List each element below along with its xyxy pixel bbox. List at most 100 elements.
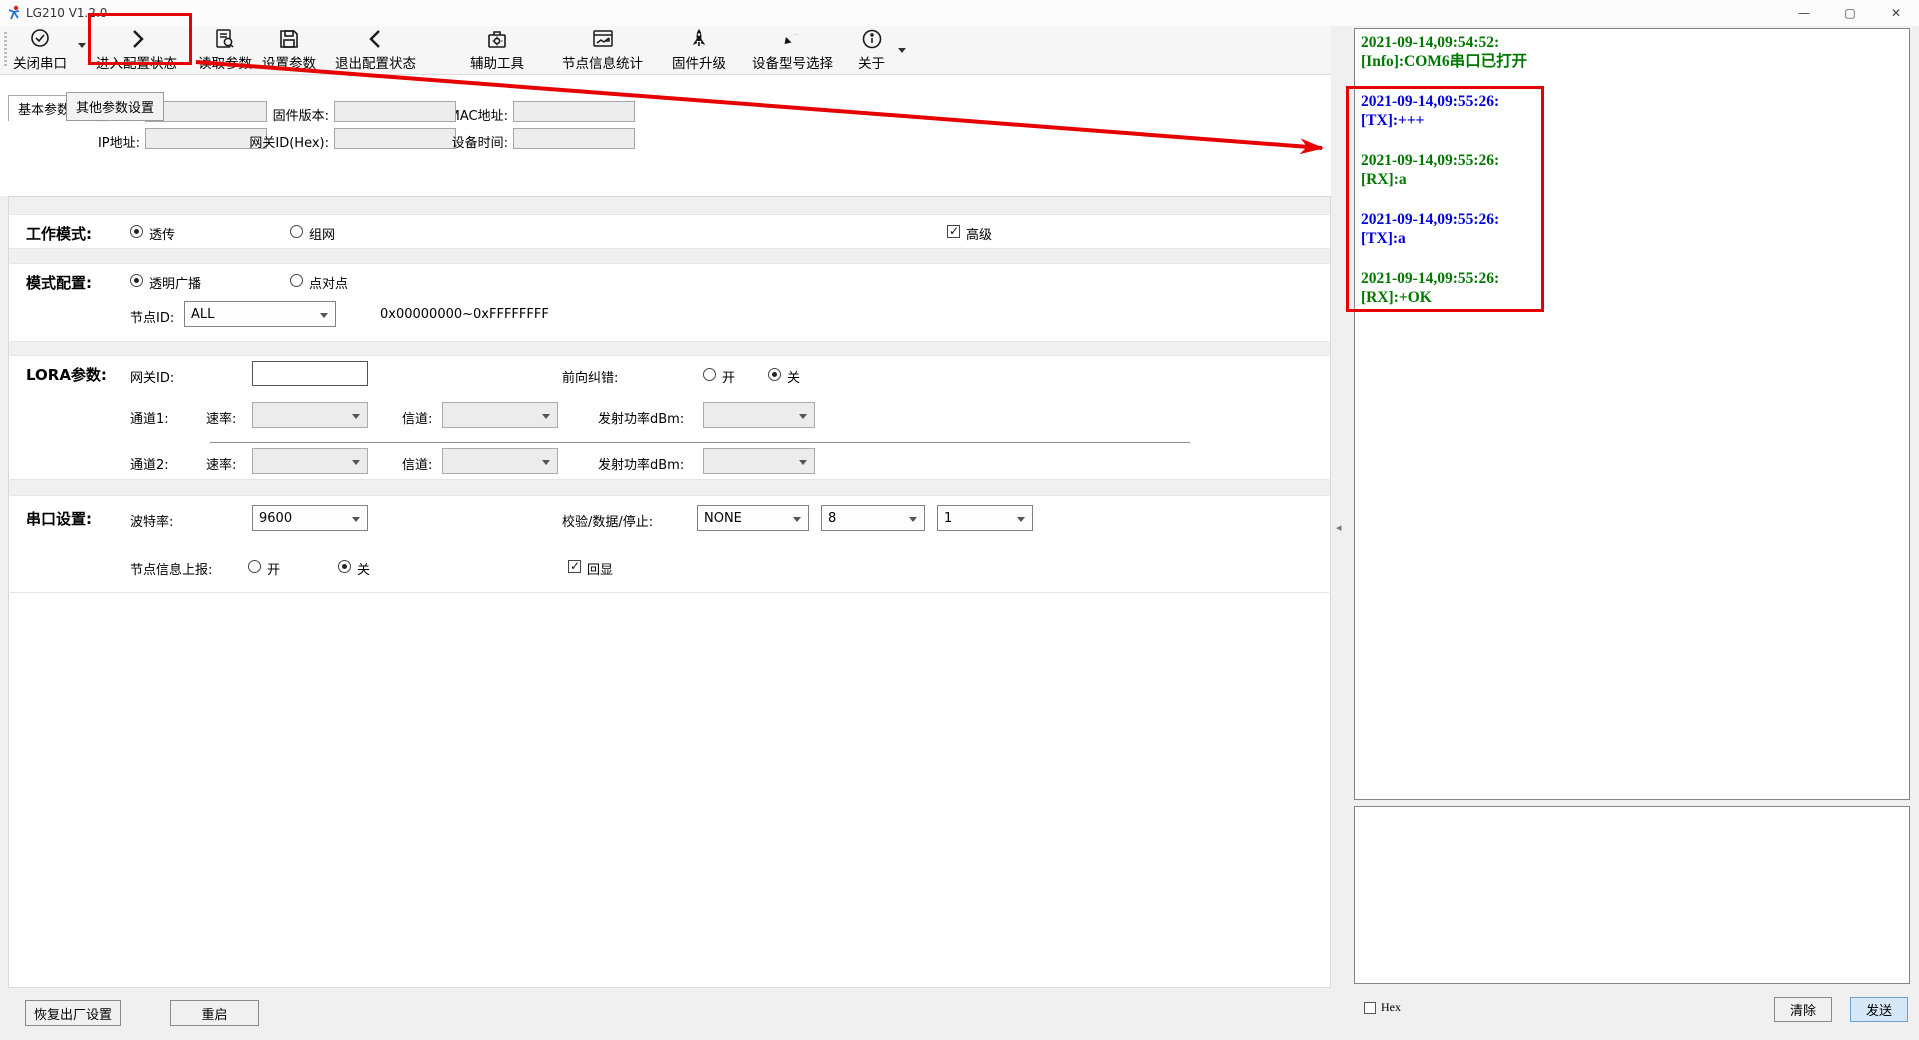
work-mode-network-radio[interactable] [290,225,303,238]
node-id-label: 节点ID: [130,307,174,326]
window-title: LG210 V1.2.0 [26,6,107,20]
title-bar: LG210 V1.2.0 — ▢ ✕ [0,0,1919,26]
channel1-power-combo[interactable] [703,402,815,428]
toolbar-grip[interactable] [4,32,7,68]
fec-off-label: 关 [787,367,800,386]
fec-on-label: 开 [722,367,735,386]
baud-combo[interactable]: 9600 [252,505,368,531]
gateway-id-label: 网关ID: [130,367,174,386]
channel2-channel-combo[interactable] [442,448,558,474]
rocket-icon [687,26,711,55]
hex-checkbox[interactable] [1364,1002,1376,1014]
hex-label: Hex [1381,1000,1401,1015]
parity-combo[interactable]: NONE [697,505,809,531]
gateway-id-hex-label: 网关ID(Hex): [225,132,329,151]
log-entry: 2021-09-14,09:54:52:[Info]:COM6串口已打开 [1361,33,1901,71]
log-entry: 2021-09-14,09:55:26:[TX]:+++ [1361,92,1901,130]
toolbar-close-serial-port[interactable]: 关闭串口 [13,26,67,74]
port-check-icon [28,26,52,55]
factory-reset-button[interactable]: 恢复出厂设置 [25,1000,121,1026]
node-report-off-radio[interactable] [338,560,351,573]
lora-band: LORA参数: 网关ID: 前向纠错: 开 关 通道1: 速率: 信道: 发射功… [10,355,1329,480]
gateway-id-input[interactable] [252,361,368,386]
toolbar-node-info-stats[interactable]: 节点信息统计 [562,26,643,74]
toolbar-read-params[interactable]: 读取参数 [198,26,252,74]
firmware-version-field[interactable] [334,101,456,122]
channel-divider [210,442,1190,443]
work-mode-transparent-label: 透传 [149,224,175,243]
maximize-button[interactable]: ▢ [1827,0,1873,26]
fec-on-radio[interactable] [703,368,716,381]
firmware-version-label: 固件版本: [225,105,329,124]
data-bits-combo[interactable]: 8 [821,505,925,531]
doc-search-icon [213,26,237,55]
echo-label: 回显 [587,559,613,578]
mode-p2p-label: 点对点 [309,273,348,292]
toolbox-icon [485,26,509,55]
device-time-field[interactable] [513,128,635,149]
node-report-label: 节点信息上报: [130,559,212,578]
power-label-2: 发射功率dBm: [598,454,684,473]
mode-p2p-radio[interactable] [290,274,303,287]
back-arrow-icon [781,26,805,55]
parity-data-stop-label: 校验/数据/停止: [562,511,653,530]
rate-label: 速率: [206,408,236,427]
basic-params-page: 工作模式: 透传 组网 高级 模式配置: 透明广播 点对点 节点ID: ALL … [8,196,1331,988]
splitter-collapse-icon[interactable]: ◂ [1336,521,1342,534]
log-entry: 2021-09-14,09:55:26:[RX]:a [1361,151,1901,189]
toolbar-device-model-select[interactable]: 设备型号选择 [752,26,833,74]
mode-config-title: 模式配置: [26,272,92,293]
channel2-power-combo[interactable] [703,448,815,474]
echo-checkbox[interactable] [568,560,581,573]
mode-broadcast-radio[interactable] [130,274,143,287]
send-input[interactable] [1354,806,1910,984]
serial-title: 串口设置: [26,508,92,529]
node-report-off-label: 关 [357,559,370,578]
close-button[interactable]: ✕ [1873,0,1919,26]
lora-title: LORA参数: [26,364,107,385]
fec-label: 前向纠错: [562,367,618,386]
minimize-button[interactable]: — [1781,0,1827,26]
toolbar-about[interactable]: 关于 [858,26,885,74]
work-mode-title: 工作模式: [26,223,92,244]
mac-address-field[interactable] [513,101,635,122]
channel1-rate-combo[interactable] [252,402,368,428]
device-info-section: 设备信息: 产品型号: 固件版本: MAC地址: IP地址: 网关ID(Hex)… [0,75,1331,196]
tab-other-params[interactable]: 其他参数设置 [66,92,164,121]
send-button[interactable]: 发送 [1850,997,1908,1022]
log-entry: 2021-09-14,09:55:26:[RX]:+OK [1361,269,1901,307]
node-id-combo[interactable]: ALL [184,301,336,327]
app-icon [7,5,22,24]
channel-label-2: 信道: [402,454,432,473]
channel1-channel-combo[interactable] [442,402,558,428]
node-report-on-radio[interactable] [248,560,261,573]
power-label: 发射功率dBm: [598,408,684,427]
stop-bits-combo[interactable]: 1 [937,505,1033,531]
log-panel[interactable]: 2021-09-14,09:54:52:[Info]:COM6串口已打开 202… [1354,28,1910,800]
toolbar-enter-config-mode[interactable]: 进入配置状态 [96,26,177,74]
clear-button[interactable]: 清除 [1774,997,1832,1022]
work-mode-transparent-radio[interactable] [130,225,143,238]
fec-off-radio[interactable] [768,368,781,381]
device-time-label: 设备时间: [422,132,508,151]
toolbar-firmware-upgrade[interactable]: 固件升级 [672,26,726,74]
work-mode-network-label: 组网 [309,224,335,243]
info-icon [860,26,884,55]
stats-window-icon [591,26,615,55]
ip-address-label: IP地址: [40,132,140,151]
chevron-right-icon [125,26,149,55]
log-entry: 2021-09-14,09:55:26:[TX]:a [1361,210,1901,248]
chevron-down-icon[interactable] [898,48,906,53]
advanced-checkbox[interactable] [947,225,960,238]
channel2-rate-combo[interactable] [252,448,368,474]
mode-broadcast-label: 透明广播 [149,273,201,292]
chevron-left-icon [364,26,388,55]
restart-button[interactable]: 重启 [170,1000,259,1026]
toolbar-exit-config-mode[interactable]: 退出配置状态 [335,26,416,74]
toolbar-aux-tools[interactable]: 辅助工具 [470,26,524,74]
chevron-down-icon[interactable] [78,43,86,48]
advanced-label: 高级 [966,224,992,243]
serial-band: 串口设置: 波特率: 9600 校验/数据/停止: NONE 8 1 节点信息上… [10,495,1329,593]
toolbar-set-params[interactable]: 设置参数 [262,26,316,74]
work-mode-band: 工作模式: 透传 组网 高级 [10,214,1329,249]
